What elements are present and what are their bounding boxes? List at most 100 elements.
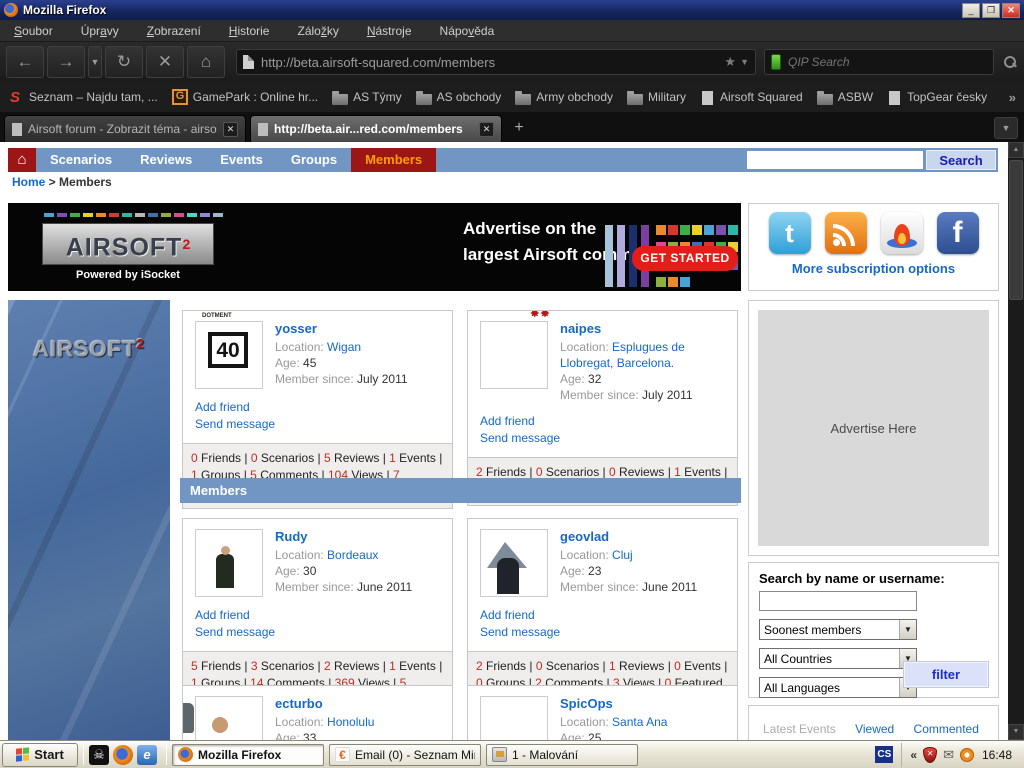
security-shield-icon[interactable] [923,747,937,763]
maximize-button[interactable]: ❐ [982,3,1000,18]
nav-events[interactable]: Events [206,148,277,172]
tab-members-active[interactable]: http://beta.air...red.com/members ✕ [250,115,502,142]
browser-scrollbar[interactable]: ▲ ▼ [1008,142,1024,740]
add-friend-link[interactable]: Add friend [195,399,440,416]
bookmark-folder-as-obchody[interactable]: AS obchody [416,90,502,105]
send-message-link[interactable]: Send message [480,430,725,447]
country-select[interactable]: All Countries ▼ [759,648,917,669]
bookmark-folder-military[interactable]: Military [627,90,686,105]
menu-soubor[interactable]: Soubor [8,20,59,42]
avatar[interactable] [195,529,263,597]
advertise-placeholder[interactable]: Advertise Here [758,310,989,546]
nav-scenarios[interactable]: Scenarios [36,148,126,172]
menu-upravy[interactable]: Úpravy [75,20,125,42]
tab-latest-events[interactable]: Latest Events [763,722,836,736]
member-location-link[interactable]: Bordeaux [327,548,378,562]
history-dropdown-icon[interactable]: ▼ [88,46,102,78]
start-button[interactable]: Start [2,743,78,767]
filter-button[interactable]: filter [904,662,988,687]
avatar[interactable]: 40AIRSOFT DOTMENT [195,321,263,389]
search-bar[interactable] [764,49,994,75]
menu-historie[interactable]: Historie [223,20,276,42]
language-select[interactable]: All Languages ▼ [759,677,917,698]
tray-expand-icon[interactable]: « [910,748,917,762]
tab-close-icon[interactable]: ✕ [479,122,494,137]
add-friend-link[interactable]: Add friend [480,607,725,624]
menu-zobrazeni[interactable]: Zobrazení [141,20,207,42]
facebook-icon[interactable]: f [937,212,979,254]
more-subscription-link[interactable]: More subscription options [749,261,998,276]
forward-button[interactable]: → [47,46,85,78]
bookmark-star-icon[interactable]: ★ [724,54,736,70]
tab-airsoft-forum[interactable]: Airsoft forum - Zobrazit téma - airsoft²… [4,115,246,142]
web-search-input[interactable] [788,55,987,69]
back-button[interactable]: ← [6,46,44,78]
rss-icon[interactable] [825,212,867,254]
member-name-link[interactable]: SpicOps [560,696,725,711]
search-magnifier-icon[interactable] [1004,56,1016,68]
task-paint[interactable]: 1 - Malování [486,744,638,766]
stop-button[interactable]: ✕ [146,46,184,78]
member-location-link[interactable]: Cluj [612,548,633,562]
avatar[interactable]: !ODYSA✸✸ [480,321,548,389]
nav-members-active[interactable]: Members [351,148,436,172]
breadcrumb-home-link[interactable]: Home [12,175,45,189]
quicklaunch-skull-icon[interactable]: ☠ [89,745,109,765]
member-location-link[interactable]: Wigan [327,340,361,354]
member-location-link[interactable]: Santa Ana [612,715,667,729]
quicklaunch-firefox-icon[interactable] [113,745,133,765]
member-name-link[interactable]: ecturbo [275,696,440,711]
task-email[interactable]: € Email (0) - Seznam MiniBr... [329,744,481,766]
tab-list-button[interactable]: ▼ [994,117,1018,139]
left-ad-banner[interactable]: AIRSOFT2 [8,300,170,740]
home-button[interactable]: ⌂ [187,46,225,78]
twitter-icon[interactable]: t [769,212,811,254]
bookmark-seznam[interactable]: Seznam – Najdu tam, ... [8,89,158,105]
scroll-up-icon[interactable]: ▲ [1008,142,1024,158]
url-dropdown-icon[interactable]: ▼ [740,57,749,67]
mail-tray-icon[interactable]: ✉ [943,747,954,763]
language-indicator[interactable]: CS [875,746,893,763]
avatar[interactable] [480,529,548,597]
task-firefox[interactable]: Mozilla Firefox [172,744,324,766]
tab-commented[interactable]: Commented [914,722,979,736]
ad-banner[interactable]: AIRSOFT2 Powered by iSocket Advertise on… [8,203,741,291]
send-message-link[interactable]: Send message [195,624,440,641]
scroll-down-icon[interactable]: ▼ [1008,724,1024,740]
nav-groups[interactable]: Groups [277,148,351,172]
bookmark-gamepark[interactable]: GamePark : Online hr... [172,89,318,105]
send-message-link[interactable]: Send message [480,624,725,641]
qip-engine-icon[interactable] [771,54,781,70]
tab-close-icon[interactable]: ✕ [223,122,238,137]
new-tab-button[interactable]: + [508,117,530,139]
nav-reviews[interactable]: Reviews [126,148,206,172]
quicklaunch-explorer-icon[interactable]: e [137,745,157,765]
bookmark-topgear[interactable]: TopGear česky [887,90,987,105]
avatar[interactable] [195,696,263,740]
name-search-input[interactable] [759,591,917,611]
site-search-button[interactable]: Search [926,150,996,170]
qip-tray-icon[interactable] [960,748,974,762]
add-friend-link[interactable]: Add friend [480,413,725,430]
sort-select[interactable]: Soonest members ▼ [759,619,917,640]
get-started-button[interactable]: GET STARTED [632,246,738,271]
close-button[interactable]: ✕ [1002,3,1020,18]
url-input[interactable] [261,55,720,70]
menu-napoveda[interactable]: Nápověda [434,20,501,42]
minimize-button[interactable]: _ [962,3,980,18]
member-name-link[interactable]: naipes [560,321,725,336]
site-home-button[interactable]: ⌂ [8,148,36,172]
site-search-input[interactable] [747,151,923,169]
member-location-link[interactable]: Honolulu [327,715,374,729]
bookmark-folder-asbw[interactable]: ASBW [817,90,873,105]
bookmark-folder-army-obchody[interactable]: Army obchody [515,90,613,105]
tab-viewed[interactable]: Viewed [855,722,894,736]
member-name-link[interactable]: geovlad [560,529,725,544]
feedburner-icon[interactable] [881,212,923,254]
reload-button[interactable]: ↻ [105,46,143,78]
member-name-link[interactable]: Rudy [275,529,440,544]
add-friend-link[interactable]: Add friend [195,607,440,624]
chevron-down-icon[interactable]: ▼ [899,620,916,639]
send-message-link[interactable]: Send message [195,416,440,433]
menu-nastroje[interactable]: Nástroje [361,20,418,42]
